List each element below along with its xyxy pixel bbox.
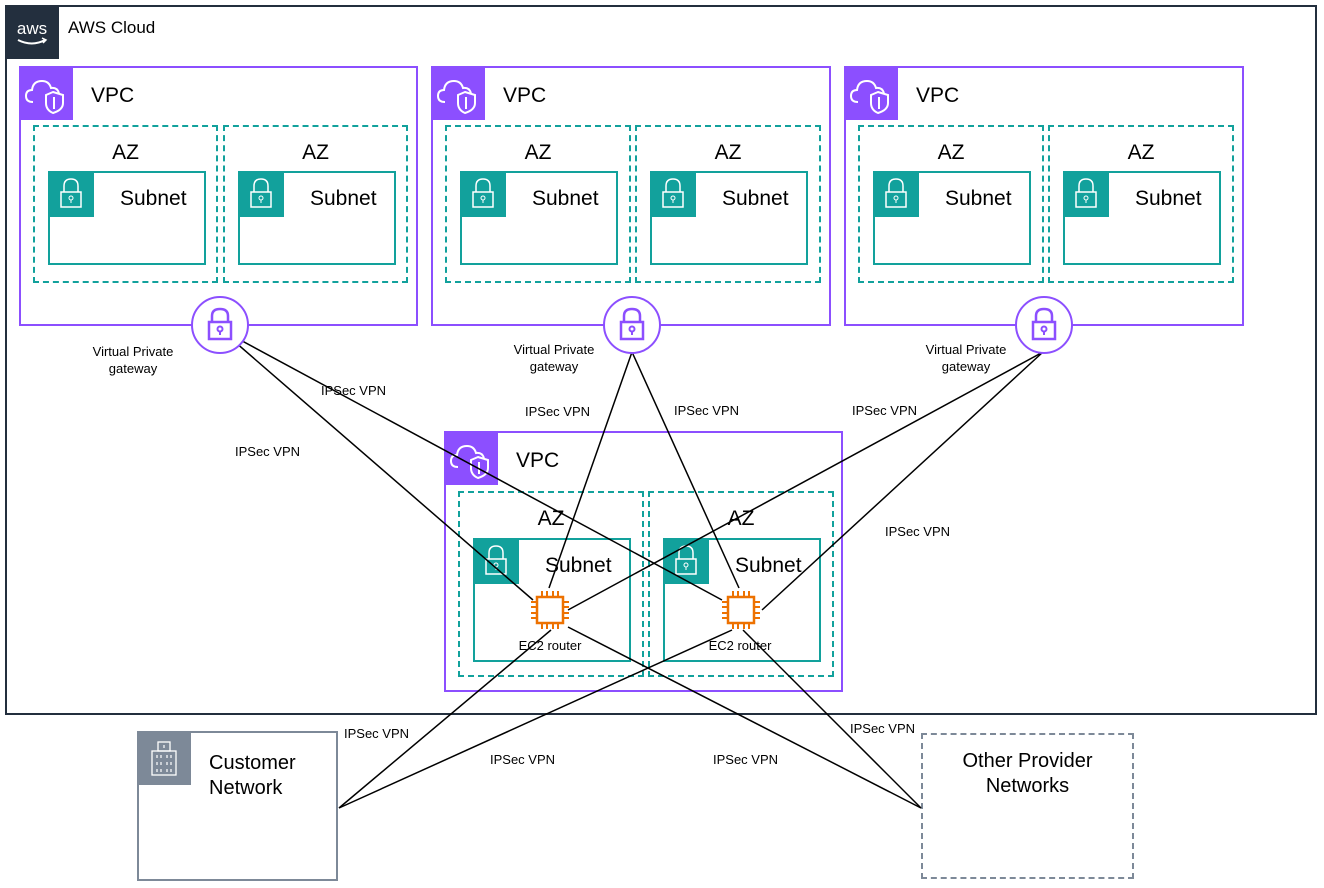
gateway-label: Virtual Private gateway [92, 344, 174, 376]
router-label: EC2 router [708, 638, 772, 653]
subnet: Subnet [650, 171, 808, 265]
customer-network-title: Customer Network [209, 751, 296, 801]
vpc-title: VPC [916, 84, 960, 107]
other-provider-networks: Other Provider Networks [921, 733, 1134, 879]
lock-icon [663, 538, 709, 584]
availability-zone: AZ Subnet [1048, 125, 1234, 283]
ec2-router-icon [528, 588, 572, 632]
subnet-title: Subnet [120, 187, 187, 210]
az-title: AZ [1127, 141, 1155, 164]
subnet-title: Subnet [1135, 187, 1202, 210]
vpc-3: VPC AZ Subnet AZ Subnet [844, 66, 1244, 326]
lock-icon [873, 171, 919, 217]
connection-label: IPSec VPN [321, 383, 387, 398]
connection-label: IPSec VPN [344, 726, 410, 741]
router-label: EC2 router [518, 638, 582, 653]
subnet-title: Subnet [735, 554, 802, 577]
vpc-2: VPC AZ Subnet AZ Subnet [431, 66, 831, 326]
az-title: AZ [937, 141, 965, 164]
vpc-1: VPC AZ Subnet AZ Subnet [19, 66, 418, 326]
connection-label: IPSec VPN [713, 752, 779, 767]
other-provider-title: Other Provider Networks [923, 749, 1132, 799]
other-title-line2: Networks [985, 775, 1070, 797]
vpc-icon [844, 66, 898, 120]
connection-label: IPSec VPN [885, 524, 951, 539]
subnet-title: Subnet [945, 187, 1012, 210]
subnet-title: Subnet [722, 187, 789, 210]
connection-label: IPSec VPN [674, 403, 740, 418]
az-title: AZ [727, 507, 755, 530]
availability-zone: AZ Subnet [635, 125, 821, 283]
gateway-label: Virtual Private gateway [513, 342, 595, 374]
lock-icon [473, 538, 519, 584]
lock-icon [460, 171, 506, 217]
availability-zone: AZ Subnet [33, 125, 218, 283]
subnet: Subnet [48, 171, 206, 265]
vpc-icon [431, 66, 485, 120]
vpc-title: VPC [516, 449, 560, 472]
aws-cloud-title: AWS Cloud [68, 18, 156, 37]
building-icon [137, 731, 191, 785]
lock-icon [238, 171, 284, 217]
connection-label: IPSec VPN [525, 404, 591, 419]
az-title: AZ [112, 141, 139, 164]
vpc-title: VPC [503, 84, 547, 107]
vpc-title: VPC [91, 84, 135, 107]
customer-title-line2: Network [209, 777, 283, 799]
vpc-icon [19, 66, 73, 120]
vpc-icon [444, 431, 498, 485]
subnet-title: Subnet [545, 554, 612, 577]
lock-icon [48, 171, 94, 217]
other-title-line1: Other Provider [962, 750, 1093, 772]
lock-icon [1063, 171, 1109, 217]
subnet-title: Subnet [532, 187, 599, 210]
customer-network: Customer Network [137, 731, 338, 881]
az-title: AZ [302, 141, 329, 164]
customer-title-line1: Customer [209, 752, 296, 774]
availability-zone: AZ Subnet [445, 125, 631, 283]
svg-text:aws: aws [17, 19, 47, 38]
ec2-router-icon [719, 588, 763, 632]
az-title: AZ [714, 141, 742, 164]
availability-zone: AZ Subnet [858, 125, 1044, 283]
az-title: AZ [537, 507, 565, 530]
lock-icon [207, 307, 233, 341]
subnet: Subnet [873, 171, 1031, 265]
subnet: Subnet [238, 171, 396, 265]
connection-label: IPSec VPN [850, 721, 916, 736]
availability-zone: AZ Subnet [223, 125, 408, 283]
connection-label: IPSec VPN [852, 403, 918, 418]
subnet-title: Subnet [310, 187, 377, 210]
connection-label: IPSec VPN [235, 444, 301, 459]
subnet: Subnet [460, 171, 618, 265]
az-title: AZ [524, 141, 552, 164]
connection-label: IPSec VPN [490, 752, 556, 767]
subnet: Subnet [1063, 171, 1221, 265]
lock-icon [650, 171, 696, 217]
vpn-gateway-1 [191, 296, 249, 354]
gateway-label: Virtual Private gateway [925, 342, 1007, 374]
aws-logo-icon: aws [5, 5, 59, 59]
